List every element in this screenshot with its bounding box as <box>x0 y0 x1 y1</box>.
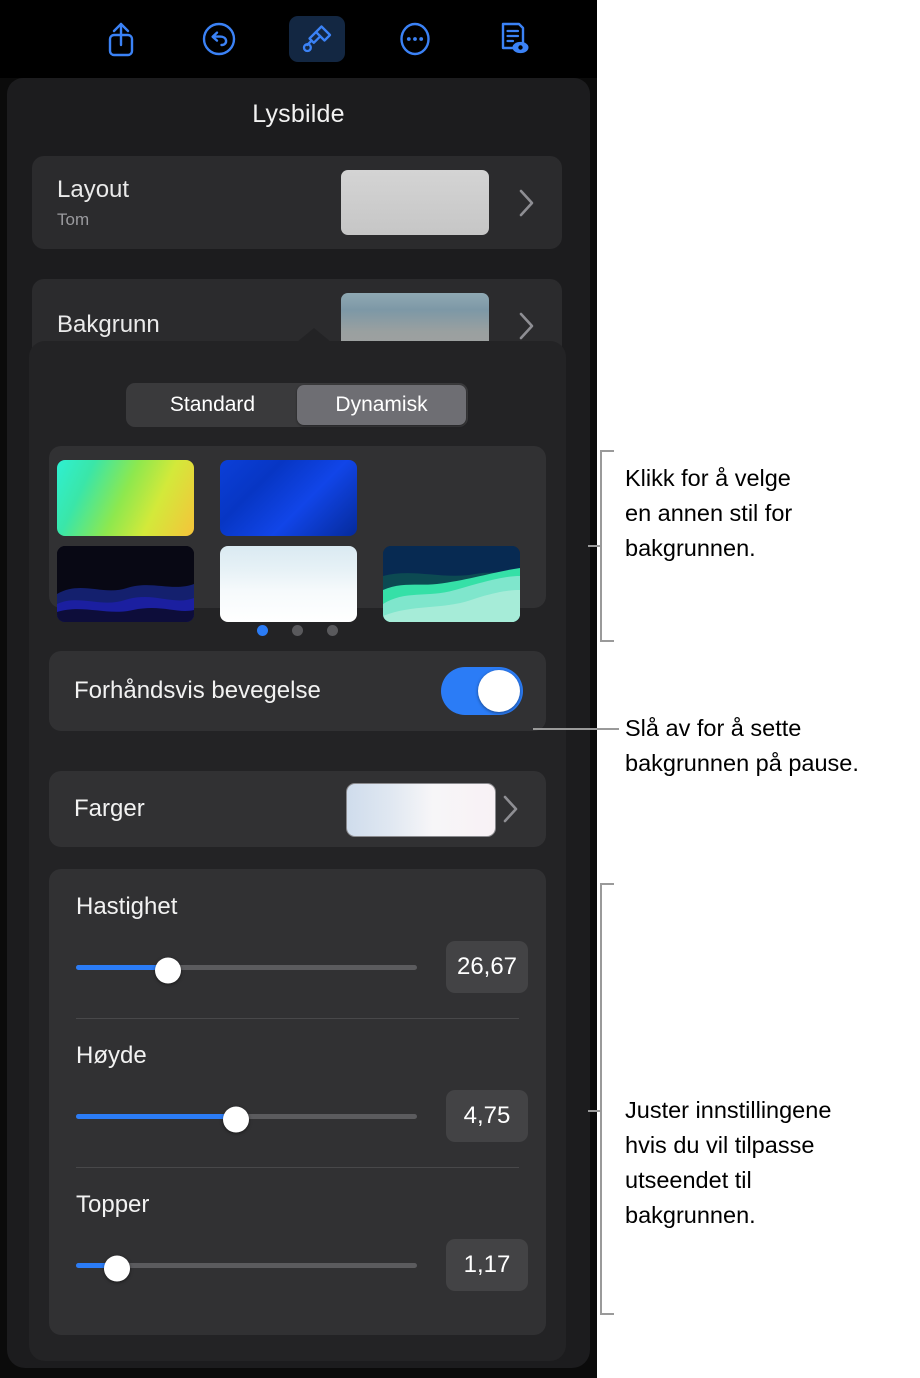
slider-track-topper[interactable] <box>76 1255 417 1281</box>
page-title: Lysbilde <box>252 100 345 128</box>
preview-motion-label: Forhåndsvis bevegelse <box>74 677 321 704</box>
divider <box>76 1167 519 1168</box>
dynamic-background-popover: Standard Dynamisk Forhåndsvis bevegelse … <box>29 328 566 1361</box>
style-thumb-teal-green-dunes[interactable] <box>383 546 520 622</box>
toggle-knob <box>478 670 520 712</box>
preview-motion-toggle[interactable] <box>441 667 523 715</box>
popover-arrow <box>297 328 331 342</box>
slider-value-topper[interactable]: 1,17 <box>446 1239 528 1291</box>
callout-leader-toggle <box>533 728 619 730</box>
slider-knob-topper[interactable] <box>103 1255 130 1281</box>
segment-dynamisk[interactable]: Dynamisk <box>297 385 466 425</box>
more-button[interactable] <box>387 16 443 62</box>
callout-style-text: Klikk for å velge en annen stil for bakg… <box>625 465 793 561</box>
chevron-right-icon <box>502 794 520 824</box>
slider-knob-hastighet[interactable] <box>155 957 182 983</box>
row-layout[interactable]: Layout Tom <box>32 156 562 249</box>
slider-settings-card: Hastighet 26,67 Høyde 4,75 Topper 1,17 <box>49 869 546 1335</box>
divider <box>76 1018 519 1019</box>
segment-standard[interactable]: Standard <box>128 385 297 425</box>
style-thumb-gradient-deep-blue[interactable] <box>220 460 357 536</box>
slider-label-hastighet: Hastighet <box>76 893 178 920</box>
slider-value-hastighet[interactable]: 26,67 <box>446 941 528 993</box>
format-button[interactable] <box>288 16 345 62</box>
more-icon <box>397 21 433 57</box>
slider-track-hastighet[interactable] <box>76 957 417 983</box>
slider-fill-hoyde <box>76 1114 237 1119</box>
inspector-panel: Lysbilde Layout Tom Bakgrunn Standard Dy… <box>0 0 597 1378</box>
page-dot-1[interactable] <box>257 625 268 636</box>
colors-row[interactable]: Farger <box>49 771 546 847</box>
style-thumb-white-soft-sky[interactable] <box>220 546 357 622</box>
style-thumb-gradient-green-yellow-orange[interactable] <box>57 460 194 536</box>
slider-label-topper: Topper <box>76 1191 150 1218</box>
gallery-page-dots[interactable] <box>29 625 566 636</box>
colors-swatch[interactable] <box>346 783 496 837</box>
undo-button[interactable] <box>191 16 247 62</box>
colors-label: Farger <box>74 795 145 822</box>
callout-settings-text: Juster innstillingene hvis du vil tilpas… <box>625 1097 832 1228</box>
row-bakgrunn-title: Bakgrunn <box>57 311 160 338</box>
style-gallery <box>49 446 546 622</box>
toolbar <box>0 0 597 78</box>
chevron-right-icon <box>518 188 536 218</box>
document-view-icon <box>495 20 531 58</box>
share-button[interactable] <box>93 16 149 62</box>
inspector-sheet: Lysbilde Layout Tom Bakgrunn Standard Dy… <box>7 78 590 1368</box>
row-layout-title: Layout <box>57 176 130 203</box>
slider-track-hoyde[interactable] <box>76 1106 417 1132</box>
page-dot-3[interactable] <box>327 625 338 636</box>
layout-thumbnail[interactable] <box>341 170 489 235</box>
preview-motion-row: Forhåndsvis bevegelse <box>49 651 546 731</box>
undo-icon <box>201 21 237 57</box>
slider-value-hoyde[interactable]: 4,75 <box>446 1090 528 1142</box>
document-view-button[interactable] <box>485 16 541 62</box>
chevron-right-icon <box>518 311 536 341</box>
slider-label-hoyde: Høyde <box>76 1042 147 1069</box>
style-thumb-dark-navy-hills[interactable] <box>57 546 194 622</box>
slider-knob-hoyde[interactable] <box>223 1106 250 1132</box>
style-thumb-gradient-magenta-violet[interactable] <box>383 460 520 536</box>
page-dot-2[interactable] <box>292 625 303 636</box>
background-type-segmented-control[interactable]: Standard Dynamisk <box>126 383 468 427</box>
share-icon <box>104 21 138 57</box>
format-brush-icon <box>299 21 335 57</box>
callout-toggle-text: Slå av for å sette bakgrunnen på pause. <box>625 715 859 776</box>
row-layout-subtitle: Tom <box>57 210 90 229</box>
